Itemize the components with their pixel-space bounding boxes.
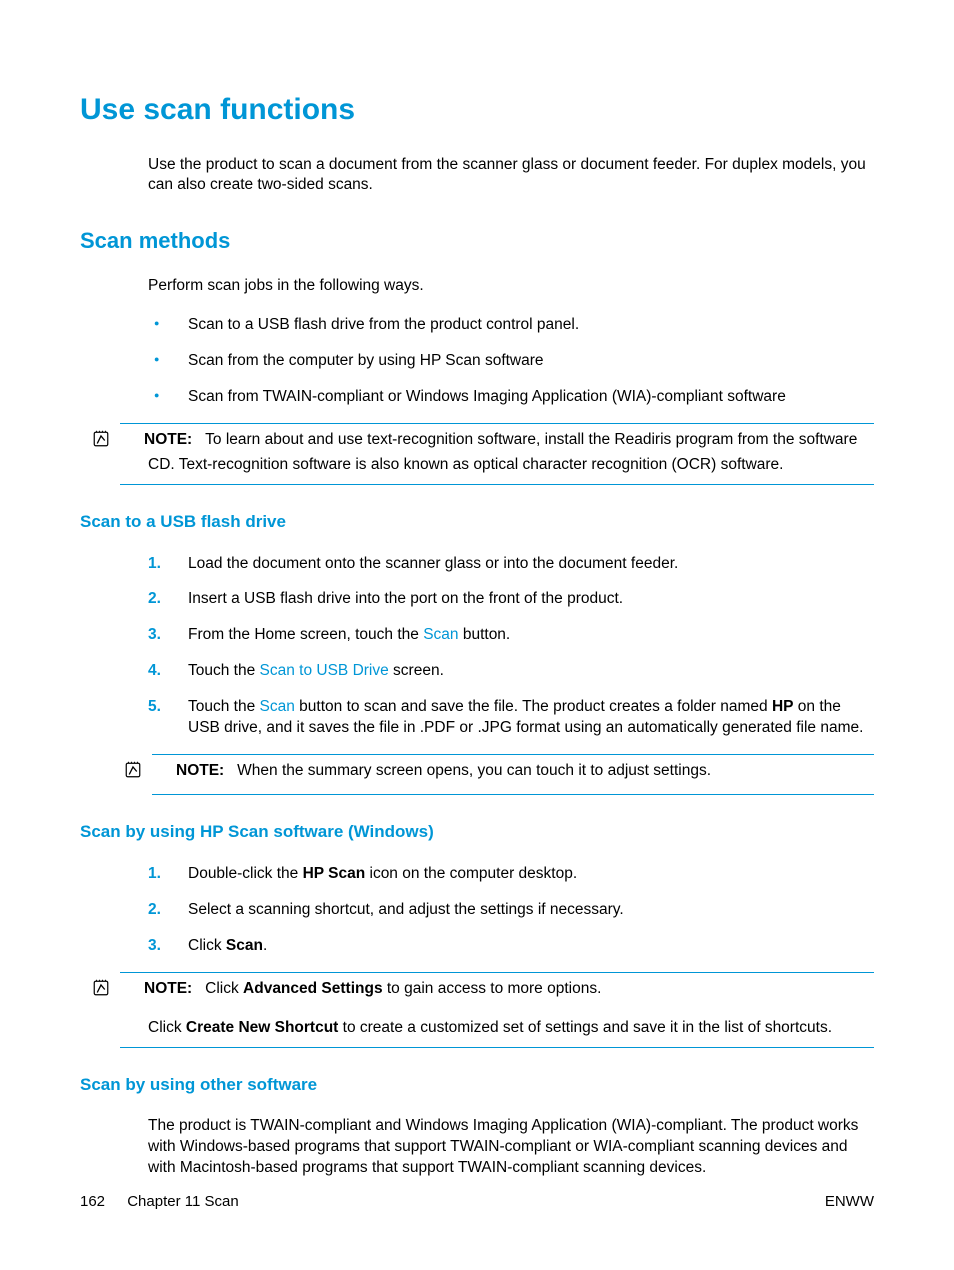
list-item: Load the document onto the scanner glass… [148,554,874,575]
other-software-body: The product is TWAIN-compliant and Windo… [148,1116,874,1179]
page-title: Use scan functions [80,90,874,131]
note-summary: NOTE: When the summary screen opens, you… [152,754,874,795]
list-item: Click Scan. [148,936,874,957]
intro-text: Use the product to scan a document from … [148,155,874,197]
note-text: To learn about and use text-recognition … [148,431,857,473]
chapter-label: Chapter 11 Scan [127,1193,238,1210]
scan-methods-lead: Perform scan jobs in the following ways. [148,276,874,297]
list-item: Scan to a USB flash drive from the produ… [148,315,874,336]
list-item: Touch the Scan button to scan and save t… [148,697,874,739]
page-footer: 162 Chapter 11 Scan ENWW [80,1192,874,1212]
note-text: When the summary screen opens, you can t… [237,762,711,779]
list-item: Double-click the HP Scan icon on the com… [148,864,874,885]
footer-right: ENWW [825,1192,874,1212]
scan-usb-drive-ref: Scan to USB Drive [260,662,389,679]
heading-other-software: Scan by using other software [80,1074,874,1097]
note-label: NOTE: [176,762,224,779]
scan-button-ref: Scan [423,626,458,643]
note-advanced: NOTE: Click Advanced Settings to gain ac… [120,972,874,1048]
list-item: Select a scanning shortcut, and adjust t… [148,900,874,921]
note-extra-line: Click Create New Shortcut to create a cu… [120,1018,874,1039]
scan-button-ref: Scan [260,698,295,715]
list-item: Scan from the computer by using HP Scan … [148,351,874,372]
list-item: Scan from TWAIN-compliant or Windows Ima… [148,387,874,408]
list-item: Touch the Scan to USB Drive screen. [148,661,874,682]
note-ocr: NOTE: To learn about and use text-recogn… [120,423,874,485]
hp-scan-steps: Double-click the HP Scan icon on the com… [148,864,874,957]
note-icon [152,761,172,786]
list-item: From the Home screen, touch the Scan but… [148,625,874,646]
scan-usb-steps: Load the document onto the scanner glass… [148,554,874,740]
note-icon [120,979,140,1004]
heading-hp-scan-windows: Scan by using HP Scan software (Windows) [80,821,874,844]
heading-scan-methods: Scan methods [80,226,874,256]
note-label: NOTE: [144,431,192,448]
note-icon [120,430,140,455]
scan-methods-list: Scan to a USB flash drive from the produ… [148,315,874,408]
heading-scan-usb: Scan to a USB flash drive [80,511,874,534]
note-label: NOTE: [144,980,192,997]
list-item: Insert a USB flash drive into the port o… [148,589,874,610]
page-number: 162 [80,1193,105,1210]
